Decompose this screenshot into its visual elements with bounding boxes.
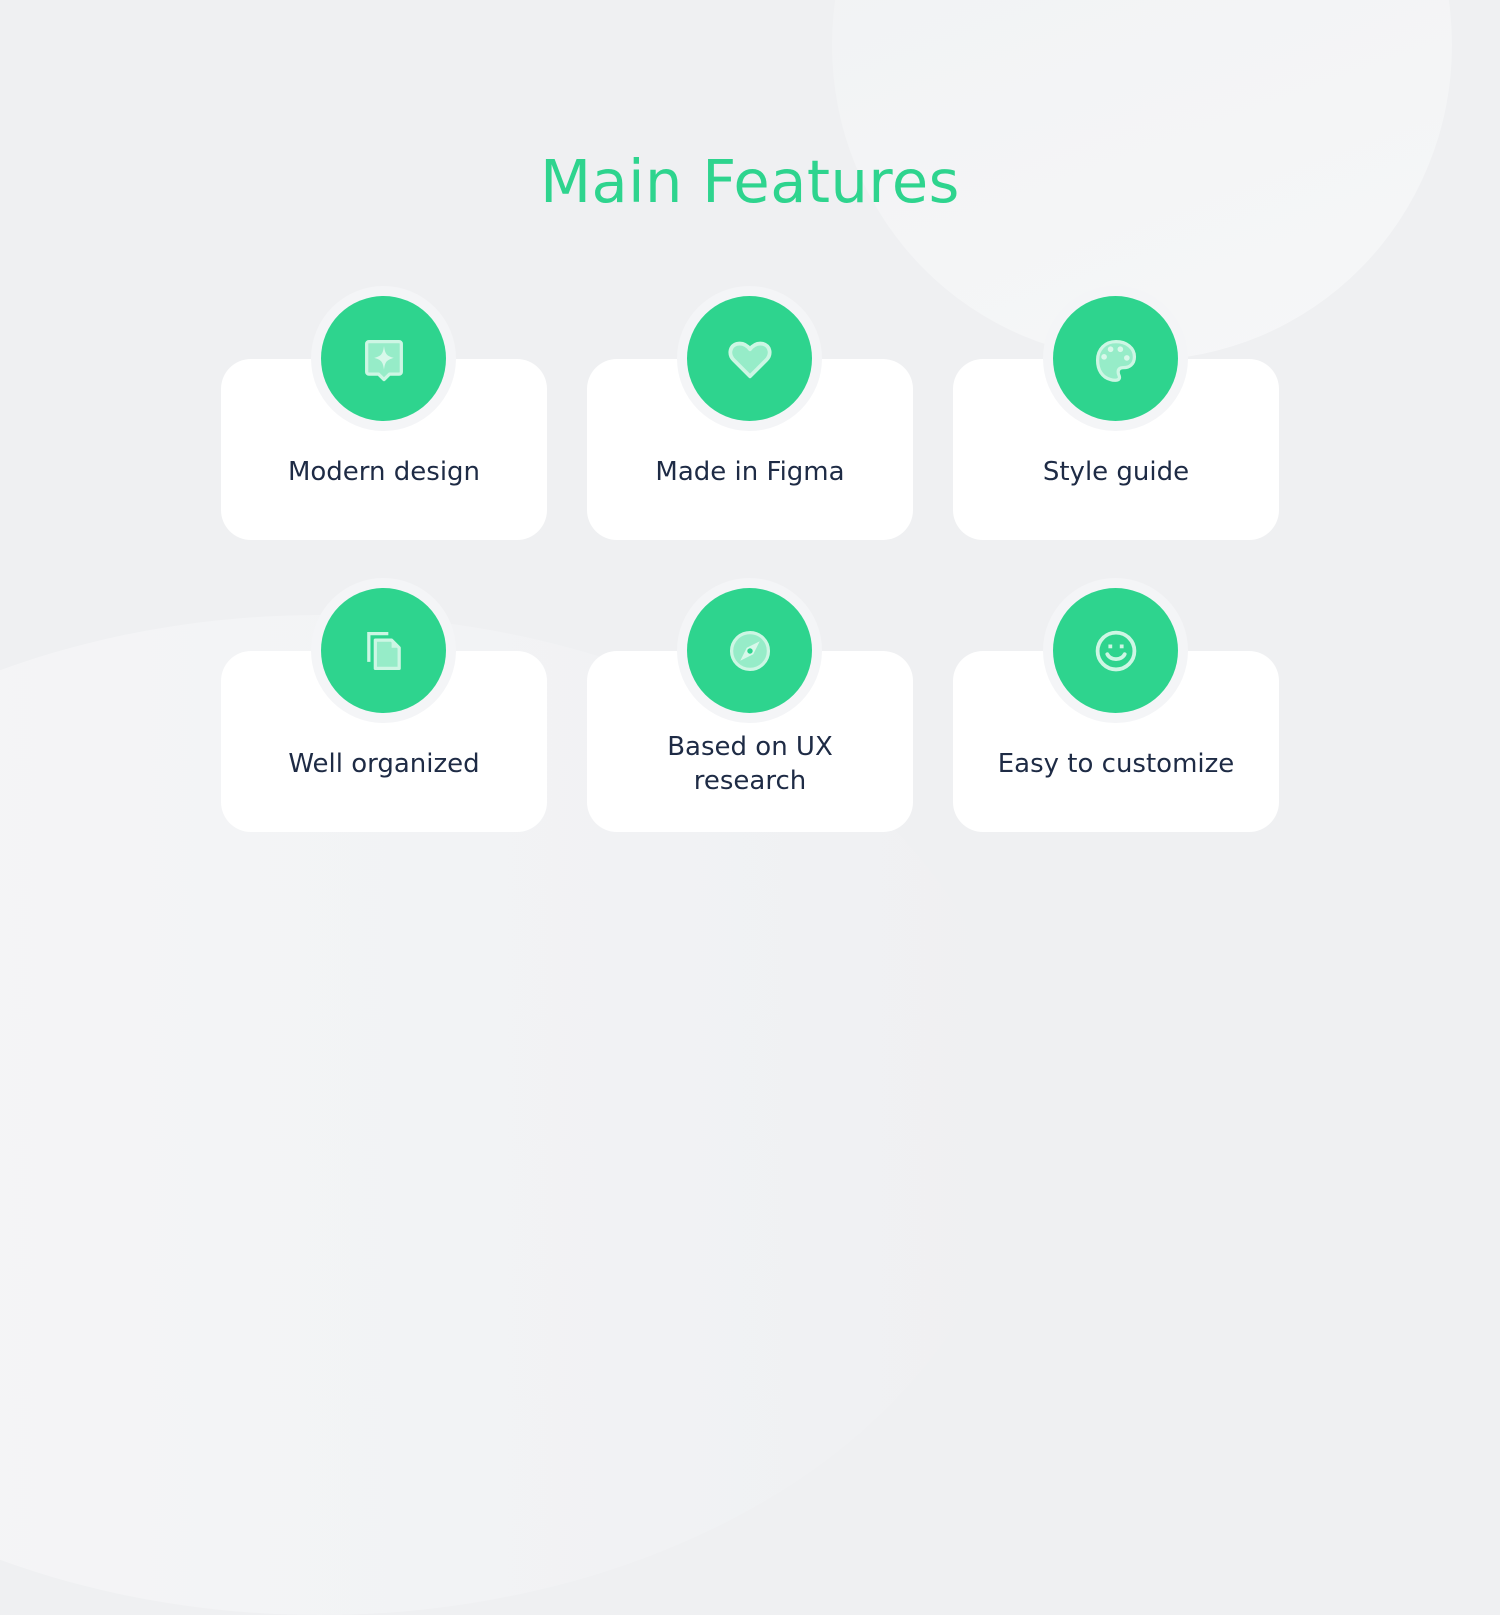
feature-label: Easy to customize: [997, 749, 1235, 779]
feature-label: Well organized: [288, 749, 480, 779]
heart-icon: [728, 341, 771, 378]
feature-label: Made in Figma: [655, 457, 845, 487]
palette-icon: [1095, 339, 1136, 382]
feature-icon-badge: [321, 296, 446, 421]
feature-label: Style guide: [1042, 457, 1190, 487]
feature-icon-badge: [687, 588, 812, 713]
sparkle-badge-icon: [364, 339, 403, 381]
feature-icon-badge: [687, 296, 812, 421]
feature-label-line-2: research: [693, 766, 807, 796]
feature-icon-badge: [1053, 588, 1178, 713]
feature-label-line-1: Based on UX: [667, 732, 833, 762]
feature-label: Modern design: [287, 457, 481, 487]
feature-icon-badge: [321, 588, 446, 713]
feature-icon-badge: [1053, 296, 1178, 421]
compass-icon: [729, 630, 770, 671]
page-title: Main Features: [540, 147, 960, 216]
smiley-icon: [1095, 630, 1136, 671]
documents-icon: [366, 631, 401, 670]
